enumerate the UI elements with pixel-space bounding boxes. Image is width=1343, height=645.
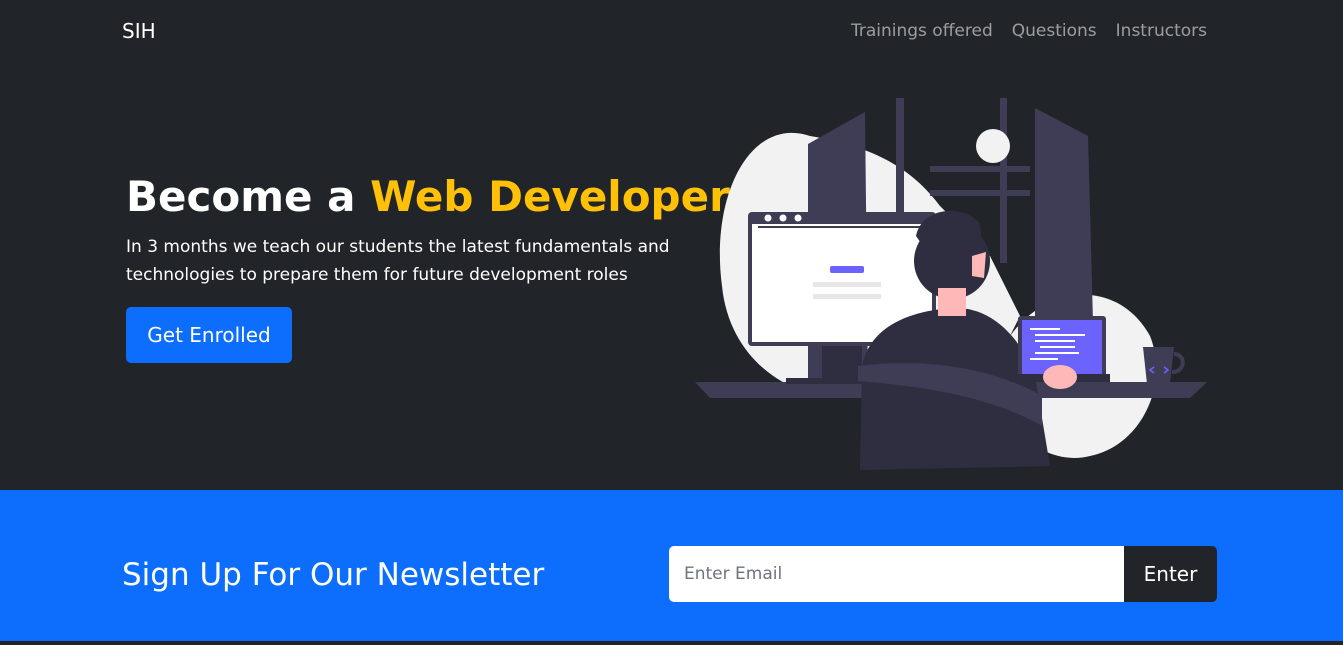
nav-link-instructors[interactable]: Instructors [1116, 19, 1207, 43]
hero-title-highlight: Web Developer [370, 172, 730, 221]
enter-button[interactable]: Enter [1124, 546, 1217, 602]
nav-link-questions[interactable]: Questions [1012, 19, 1097, 43]
hero-section: Become a Web Developer In 3 months we te… [0, 62, 1343, 490]
newsletter-title: Sign Up For Our Newsletter [122, 557, 545, 593]
get-enrolled-button[interactable]: Get Enrolled [126, 307, 292, 363]
page-bottom-divider [0, 641, 1343, 645]
nav-links: Trainings offered Questions Instructors [851, 19, 1207, 43]
hero-description: In 3 months we teach our students the la… [126, 237, 670, 285]
brand-logo[interactable]: SIH [122, 19, 156, 43]
email-input[interactable] [669, 546, 1124, 602]
hero-title: Become a Web Developer [126, 170, 730, 224]
developer-illustration [695, 98, 1207, 470]
navbar: SIH Trainings offered Questions Instruct… [0, 0, 1343, 62]
nav-link-trainings[interactable]: Trainings offered [851, 19, 993, 43]
hero-title-prefix: Become a [126, 172, 371, 221]
newsletter-section: Sign Up For Our Newsletter Enter [0, 490, 1343, 645]
newsletter-form: Enter [669, 546, 1217, 602]
